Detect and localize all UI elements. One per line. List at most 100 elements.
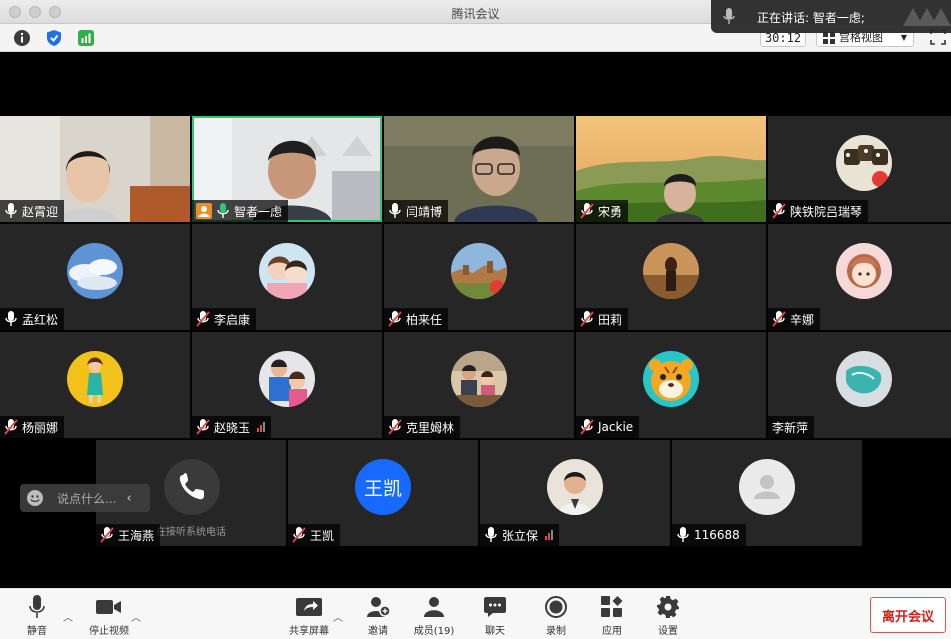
chevron-up-icon[interactable]: ︿ bbox=[63, 609, 73, 624]
participant-tile[interactable]: 孟红松 bbox=[0, 224, 190, 330]
microphone-icon bbox=[217, 203, 229, 218]
members-label: 成员(19) bbox=[413, 626, 455, 637]
microphone-muted-icon bbox=[580, 203, 594, 219]
participant-tile-active-speaker[interactable]: 智者一虑 bbox=[192, 116, 382, 222]
chat-button[interactable]: 聊天 bbox=[473, 595, 517, 637]
participant-avatar bbox=[547, 459, 603, 515]
stop-video-label: 停止视频 bbox=[89, 626, 129, 637]
microphone-icon bbox=[677, 527, 689, 542]
share-screen-button[interactable]: 共享屏幕 bbox=[287, 595, 331, 637]
participant-avatar bbox=[67, 351, 123, 407]
chat-bubble-icon bbox=[484, 597, 506, 617]
invite-label: 邀请 bbox=[368, 626, 388, 637]
participant-avatar bbox=[67, 243, 123, 299]
participant-avatar bbox=[259, 243, 315, 299]
participant-tile[interactable]: 陕铁院吕瑞琴 bbox=[768, 116, 951, 222]
participant-tile[interactable]: 李启康 bbox=[192, 224, 382, 330]
record-icon bbox=[545, 596, 567, 618]
apps-button[interactable]: 应用 bbox=[590, 595, 634, 637]
record-button[interactable]: 录制 bbox=[534, 595, 578, 637]
mute-label: 静音 bbox=[27, 626, 47, 637]
participant-nameplate: 杨丽娜 bbox=[0, 416, 65, 438]
shield-icon[interactable] bbox=[45, 29, 63, 47]
info-icon[interactable] bbox=[13, 29, 31, 47]
mute-button[interactable]: 静音 bbox=[15, 595, 59, 637]
chat-quick-input[interactable]: 说点什么... ‹ bbox=[20, 484, 150, 512]
participant-name: 王凯 bbox=[310, 528, 335, 543]
participant-name: 李新萍 bbox=[772, 420, 809, 435]
microphone-muted-icon bbox=[772, 203, 786, 219]
participant-nameplate: 闫靖博 bbox=[384, 200, 449, 222]
participant-name: 辛娜 bbox=[790, 312, 815, 327]
participant-tile[interactable]: 116688 bbox=[672, 440, 862, 546]
participant-nameplate: 李启康 bbox=[192, 308, 257, 330]
microphone-icon bbox=[485, 527, 497, 542]
participant-tile[interactable]: 闫靖博 bbox=[384, 116, 574, 222]
participant-nameplate: 智者一虑 bbox=[192, 200, 289, 222]
participant-nameplate: 张立保 bbox=[480, 524, 560, 546]
participant-name: 116688 bbox=[694, 528, 740, 542]
microphone-muted-icon bbox=[196, 311, 210, 327]
participant-avatar bbox=[836, 351, 892, 407]
leave-meeting-button[interactable]: 离开会议 bbox=[870, 597, 946, 633]
participant-name: 田莉 bbox=[598, 312, 623, 327]
microphone-muted-icon bbox=[196, 419, 210, 435]
participant-tile[interactable]: 杨丽娜 bbox=[0, 332, 190, 438]
emoji-icon[interactable] bbox=[26, 489, 44, 507]
participant-nameplate: 116688 bbox=[672, 524, 746, 546]
microphone-muted-icon bbox=[4, 419, 18, 435]
participant-tile[interactable]: 辛娜 bbox=[768, 224, 951, 330]
chat-placeholder: 说点什么... bbox=[57, 491, 117, 506]
microphone-muted-icon bbox=[388, 419, 402, 435]
members-button[interactable]: 成员(19) bbox=[412, 595, 456, 637]
participant-nameplate: 陕铁院吕瑞琴 bbox=[768, 200, 869, 222]
invite-button[interactable]: 邀请 bbox=[356, 595, 400, 637]
weak-signal-icon bbox=[257, 422, 266, 432]
settings-button[interactable]: 设置 bbox=[646, 595, 690, 637]
participant-tile[interactable]: 赵晓玉 bbox=[192, 332, 382, 438]
participant-name: 宋勇 bbox=[598, 204, 623, 219]
participant-name: 张立保 bbox=[502, 528, 539, 543]
participant-name: 赵晓玉 bbox=[214, 420, 251, 435]
network-signal-icon[interactable] bbox=[77, 29, 95, 47]
participant-tile[interactable]: 王凯 王凯 bbox=[288, 440, 478, 546]
participant-tile[interactable]: 张立保 bbox=[480, 440, 670, 546]
participant-avatar bbox=[836, 243, 892, 299]
record-label: 录制 bbox=[546, 626, 566, 637]
microphone-muted-icon bbox=[772, 311, 786, 327]
participant-name: 王海燕 bbox=[118, 528, 155, 543]
stop-video-button[interactable]: 停止视频 bbox=[87, 595, 131, 637]
participant-name: 智者一虑 bbox=[234, 204, 283, 219]
participant-name: 克里姆林 bbox=[406, 420, 455, 435]
participant-tile[interactable]: 田莉 bbox=[576, 224, 766, 330]
microphone-muted-icon bbox=[292, 527, 306, 543]
apps-icon bbox=[601, 596, 623, 617]
video-camera-icon bbox=[96, 600, 121, 614]
microphone-icon bbox=[723, 8, 735, 24]
chevron-up-icon[interactable]: ︿ bbox=[131, 609, 141, 624]
speaking-label: 正在讲话: 智者一虑; bbox=[757, 11, 865, 25]
weak-signal-icon bbox=[545, 530, 554, 540]
participant-tile[interactable]: 宋勇 bbox=[576, 116, 766, 222]
meeting-window: 腾讯会议 30:12 宫格视图 ▼ 正在讲话: 智者一虑; 赵霄迎 智者一虑 闫… bbox=[0, 0, 951, 639]
meeting-control-bar: 静音 ︿ 停止视频 ︿ 共享屏幕 ︿ 邀请 成员(19) 聊天 录制 应用 设置… bbox=[0, 588, 951, 639]
microphone-icon bbox=[5, 311, 17, 326]
participant-nameplate: Jackie bbox=[576, 416, 640, 438]
chevron-left-icon[interactable]: ‹ bbox=[126, 491, 131, 506]
participant-nameplate: 李新萍 bbox=[768, 416, 815, 438]
participant-tile[interactable]: 柏来任 bbox=[384, 224, 574, 330]
participant-tile[interactable]: 克里姆林 bbox=[384, 332, 574, 438]
participant-name: 赵霄迎 bbox=[22, 204, 59, 219]
participant-nameplate: 王凯 bbox=[288, 524, 341, 546]
participant-avatar bbox=[643, 243, 699, 299]
participant-nameplate: 辛娜 bbox=[768, 308, 821, 330]
participant-avatar bbox=[259, 351, 315, 407]
participant-tile[interactable]: Jackie bbox=[576, 332, 766, 438]
participant-tile[interactable]: 李新萍 bbox=[768, 332, 951, 438]
microphone-muted-icon bbox=[388, 311, 402, 327]
participant-nameplate: 孟红松 bbox=[0, 308, 65, 330]
apps-label: 应用 bbox=[602, 626, 622, 637]
participant-tile[interactable]: 赵霄迎 bbox=[0, 116, 190, 222]
share-screen-icon bbox=[296, 598, 322, 616]
chevron-up-icon[interactable]: ︿ bbox=[333, 609, 343, 624]
